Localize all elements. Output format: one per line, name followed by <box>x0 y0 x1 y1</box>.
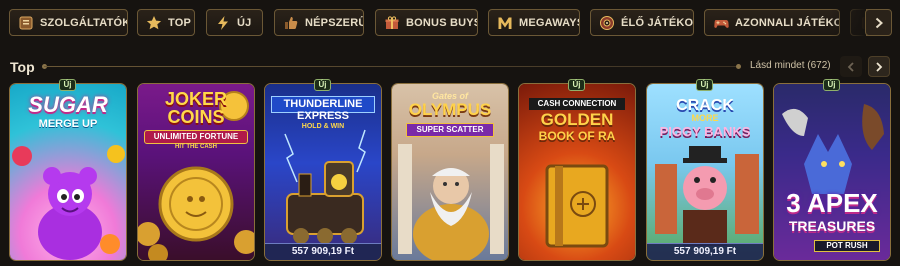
game-tile-crack-more-piggy-banks[interactable]: CRACK MORE PIGGY BANKS 557 909,19 Ft <box>646 83 764 261</box>
nav-popular-label: NÉPSZERŰ <box>305 16 364 29</box>
nav-popular[interactable]: NÉPSZERŰ <box>274 9 364 36</box>
jackpot-amount: 557 909,19 Ft <box>647 243 763 260</box>
carousel-prev-button[interactable] <box>840 56 862 77</box>
nav-new-label: ÚJ <box>237 16 252 29</box>
category-nav: SZOLGÁLTATÓK TOP ÚJ NÉPSZERŰ BONUS BUYS … <box>0 0 900 44</box>
game-tile-3-apex-treasures[interactable]: 3 APEX TREASURES POT RUSH <box>773 83 891 261</box>
nav-top[interactable]: TOP <box>137 9 195 36</box>
chevron-left-icon <box>847 61 854 72</box>
nav-instant-games-label: AZONNALI JÁTÉKOK <box>735 16 840 29</box>
lightning-icon <box>214 14 231 31</box>
new-badge: Új <box>696 79 713 91</box>
game-title-2: MORE <box>691 113 719 123</box>
megaways-m-icon <box>496 14 513 31</box>
chevron-right-icon <box>875 17 883 28</box>
game-subtitle: MERGE UP <box>38 118 98 130</box>
star-icon <box>145 14 162 31</box>
game-tile-thunderline-express[interactable]: THUNDERLINE EXPRESS HOLD & WIN 557 909,1… <box>264 83 382 261</box>
game-title-2: TREASURES <box>788 218 876 234</box>
game-provider-tag: CASH CONNECTION <box>529 98 625 110</box>
game-subtitle: PIGGY BANKS <box>659 124 751 139</box>
game-tagline: HIT THE CASH <box>175 144 217 150</box>
see-all-link[interactable]: Lásd mindet (672) <box>750 60 831 71</box>
game-title: SUGAR <box>28 92 108 117</box>
provider-book-icon <box>17 14 34 31</box>
game-title: JOKER <box>164 89 227 109</box>
nav-instant-games[interactable]: AZONNALI JÁTÉKOK <box>704 9 840 36</box>
game-title: OLYMPUS <box>408 100 492 119</box>
new-badge: Új <box>568 79 585 91</box>
nav-providers[interactable]: SZOLGÁLTATÓK <box>9 9 128 36</box>
section-title: Top <box>10 59 35 75</box>
new-badge: Új <box>59 79 76 91</box>
new-badge: Új <box>314 79 331 91</box>
game-title: 3 APEX <box>786 188 878 218</box>
nav-megaways-label: MEGAWAYS <box>519 16 580 29</box>
section-divider <box>44 66 739 67</box>
nav-bonus-buys-label: BONUS BUYS <box>406 16 478 29</box>
nav-live-games[interactable]: ÉLŐ JÁTÉKOK <box>590 9 694 36</box>
jackpot-amount: 557 909,19 Ft <box>265 243 381 260</box>
nav-new[interactable]: ÚJ <box>206 9 263 36</box>
nav-top-label: TOP <box>168 16 192 29</box>
nav-fade <box>830 0 866 44</box>
divider-dot-right <box>736 64 741 69</box>
game-subtitle: POT RUSH <box>814 240 880 252</box>
game-tile-gates-of-olympus[interactable]: Gates of OLYMPUS SUPER SCATTER <box>391 83 509 261</box>
nav-live-games-label: ÉLŐ JÁTÉKOK <box>621 16 694 29</box>
nav-providers-label: SZOLGÁLTATÓK <box>40 16 128 29</box>
gamepad-icon <box>712 14 729 31</box>
game-title-2: COINS <box>167 107 225 127</box>
game-title: CRACK <box>676 97 734 114</box>
game-tile-joker-coins[interactable]: JOKER COINS UNLIMITED FORTUNE HIT THE CA… <box>137 83 255 261</box>
chevron-right-icon <box>876 61 883 72</box>
game-tile-sugar-merge-up[interactable]: SUGAR MERGE UP <box>9 83 127 261</box>
game-tile-golden-book-of-ra[interactable]: CASH CONNECTION GOLDEN BOOK OF RA <box>518 83 636 261</box>
game-title: GOLDEN <box>540 110 614 129</box>
nav-bonus-buys[interactable]: BONUS BUYS <box>375 9 478 36</box>
roulette-icon <box>598 14 615 31</box>
game-title-2: EXPRESS <box>297 110 349 122</box>
nav-scroll-next-button[interactable] <box>865 9 892 36</box>
carousel-next-button[interactable] <box>868 56 890 77</box>
game-subtitle: SUPER SCATTER <box>406 123 494 137</box>
game-subtitle: HOLD & WIN <box>301 123 345 130</box>
game-subtitle: BOOK OF RA <box>538 129 616 143</box>
nav-megaways[interactable]: MEGAWAYS <box>488 9 580 36</box>
new-badge: Új <box>823 79 840 91</box>
popular-hand-icon <box>282 14 299 31</box>
game-subtitle: UNLIMITED FORTUNE <box>144 130 248 144</box>
gift-icon <box>383 14 400 31</box>
